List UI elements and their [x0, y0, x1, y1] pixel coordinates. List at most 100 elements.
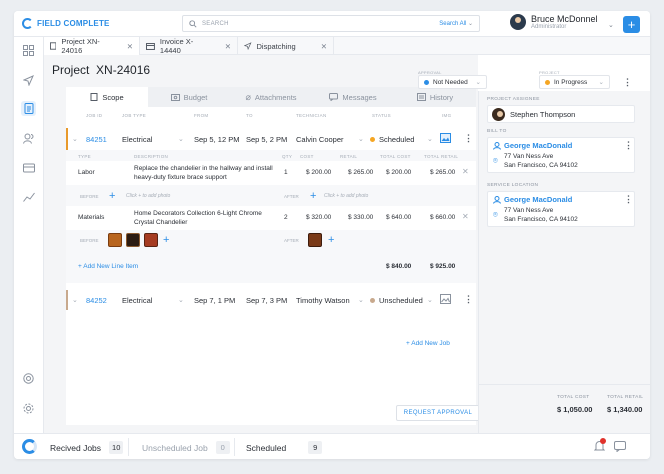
top-bar: FIELD COMPLETE SEARCH Search All ⌄ Bruce…: [14, 11, 650, 37]
tab-attachments[interactable]: ⌀ Attachments: [230, 87, 312, 107]
job-from[interactable]: Sep 7, 1 PM: [194, 296, 235, 305]
approval-select[interactable]: Not Needed ⌄: [418, 75, 487, 89]
after-photo-thumbnail[interactable]: [308, 233, 322, 247]
job-id-link[interactable]: 84252: [86, 296, 107, 305]
notifications-bell-icon[interactable]: [593, 438, 606, 454]
bill-to-card[interactable]: George MacDonald ⋮ ⌾ 77 Van Ness Ave San…: [487, 137, 635, 173]
assignee-select[interactable]: Stephen Thompson: [487, 105, 635, 123]
reports-chart-icon[interactable]: [21, 189, 36, 204]
page-title-label: Project: [52, 63, 90, 77]
image-icon[interactable]: [440, 133, 451, 145]
add-before-photo-icon[interactable]: +: [109, 190, 115, 202]
unscheduled-jobs[interactable]: Unscheduled Job 0: [142, 441, 230, 454]
service-location-card[interactable]: George MacDonald ⋮ ⌾ 77 Van Ness Ave San…: [487, 191, 635, 227]
tab-scope[interactable]: Scope: [66, 87, 148, 107]
service-address-line2: San Francisco, CA 94102: [504, 216, 578, 223]
create-new-button[interactable]: +: [623, 16, 640, 33]
before-photo-thumbnail[interactable]: [144, 233, 158, 247]
chat-icon[interactable]: [614, 441, 626, 454]
add-after-photo-icon[interactable]: +: [310, 190, 316, 202]
service-location-name[interactable]: George MacDonald: [504, 195, 572, 204]
history-icon: [416, 93, 426, 101]
status-bar: Recived Jobs 10 Unscheduled Job 0 Schedu…: [14, 433, 650, 459]
tab-messages[interactable]: Messages: [312, 87, 394, 107]
settings-gear-icon[interactable]: [21, 401, 36, 416]
job-row[interactable]: ⌄ 84252 Electrical ⌄ Sep 7, 1 PM Sep 7, …: [66, 290, 476, 310]
tab-project[interactable]: Project XN-24016 ✕: [44, 37, 140, 55]
project-more-icon[interactable]: ⋮: [623, 77, 632, 88]
user-profile[interactable]: Bruce McDonnel Administrator: [510, 14, 598, 30]
before-label: BEFORE: [80, 238, 99, 243]
dashboard-grid-icon[interactable]: [21, 43, 36, 58]
chevron-down-icon: ⌄: [178, 136, 184, 143]
add-line-item-button[interactable]: + Add New Line Item: [78, 263, 138, 270]
chevron-down-icon: ⌄: [358, 136, 364, 143]
user-role: Administrator: [531, 24, 567, 30]
tab-budget[interactable]: Budget: [148, 87, 230, 107]
line-qty[interactable]: 1: [284, 169, 288, 176]
search-bar[interactable]: SEARCH Search All ⌄: [182, 15, 480, 32]
bill-to-name[interactable]: George MacDonald: [504, 141, 572, 150]
tab-history-label: History: [429, 92, 454, 102]
line-cost[interactable]: $ 320.00: [306, 214, 331, 221]
search-input[interactable]: SEARCH: [202, 21, 439, 27]
tab-dispatching[interactable]: Dispatching ✕: [238, 37, 334, 55]
tab-invoice[interactable]: Invoice X-14440 ✕: [140, 37, 238, 55]
line-qty[interactable]: 2: [284, 214, 288, 221]
service-location-more-icon[interactable]: ⋮: [624, 194, 633, 205]
tab-history[interactable]: History: [394, 87, 476, 107]
technician-select[interactable]: Timothy Watson: [296, 296, 350, 305]
before-photo-thumbnail[interactable]: [108, 233, 122, 247]
remove-line-icon[interactable]: ✕: [462, 212, 469, 221]
dispatch-send-icon[interactable]: [21, 73, 36, 88]
job-to[interactable]: Sep 5, 2 PM: [246, 135, 287, 144]
line-description: Replace the chandelier in the hallway an…: [134, 165, 273, 181]
scheduled-jobs[interactable]: Scheduled 9: [246, 441, 323, 454]
line-description: Home Decorators Collection 6-Light Chrom…: [134, 210, 262, 226]
request-approval-button[interactable]: REQUEST APPROVAL: [396, 405, 480, 421]
remove-line-icon[interactable]: ✕: [462, 167, 469, 176]
tab-project-label: Project XN-24016: [61, 37, 100, 55]
status-select[interactable]: Scheduled: [370, 135, 414, 144]
job-id-link[interactable]: 84251: [86, 135, 107, 144]
line-cost[interactable]: $ 200.00: [306, 169, 331, 176]
job-more-icon[interactable]: ⋮: [464, 294, 473, 305]
add-after-photo-icon[interactable]: +: [328, 234, 334, 246]
add-before-photo-icon[interactable]: +: [163, 234, 169, 246]
unscheduled-jobs-count: 0: [215, 441, 230, 454]
image-icon[interactable]: [440, 294, 451, 306]
col-description: DESCRIPTION: [134, 154, 169, 159]
before-photo-thumbnail[interactable]: [126, 233, 140, 247]
bill-to-more-icon[interactable]: ⋮: [624, 140, 633, 151]
close-icon[interactable]: ✕: [225, 42, 231, 51]
brand-logo[interactable]: FIELD COMPLETE: [22, 18, 110, 29]
divider: [234, 438, 235, 456]
app-window: FIELD COMPLETE SEARCH Search All ⌄ Bruce…: [14, 11, 650, 459]
job-type-select[interactable]: Electrical: [122, 296, 152, 305]
received-jobs[interactable]: Recived Jobs 10: [50, 441, 124, 454]
close-icon[interactable]: ✕: [127, 42, 133, 51]
job-row[interactable]: ⌄ 84251 Electrical ⌄ Sep 5, 12 PM Sep 5,…: [66, 129, 476, 149]
expand-chevron-icon[interactable]: ⌄: [72, 296, 78, 304]
add-job-button[interactable]: + Add New Job: [406, 340, 450, 347]
project-status-select[interactable]: In Progress ⌄: [539, 75, 610, 89]
close-icon[interactable]: ✕: [321, 42, 327, 51]
users-icon[interactable]: [21, 131, 36, 146]
support-lifebuoy-icon[interactable]: [21, 371, 36, 386]
job-from[interactable]: Sep 5, 12 PM: [194, 135, 239, 144]
billing-card-icon[interactable]: [21, 160, 36, 175]
status-select[interactable]: Unscheduled: [370, 296, 423, 305]
search-scope-select[interactable]: Search All ⌄: [439, 20, 473, 27]
line-retail[interactable]: $ 330.00: [348, 214, 373, 221]
technician-select[interactable]: Calvin Cooper: [296, 135, 344, 144]
job-type-select[interactable]: Electrical: [122, 135, 152, 144]
collapse-chevron-icon[interactable]: ⌄: [72, 135, 78, 143]
user-menu-chevron-icon[interactable]: ⌄: [608, 21, 614, 29]
line-retail[interactable]: $ 265.00: [348, 169, 373, 176]
documents-icon[interactable]: [21, 101, 36, 116]
project-number: XN-24016: [96, 63, 151, 77]
job-more-icon[interactable]: ⋮: [464, 133, 473, 144]
col-job-id: JOB ID: [86, 113, 103, 118]
tab-invoice-label: Invoice X-14440: [159, 37, 194, 55]
job-to[interactable]: Sep 7, 3 PM: [246, 296, 287, 305]
